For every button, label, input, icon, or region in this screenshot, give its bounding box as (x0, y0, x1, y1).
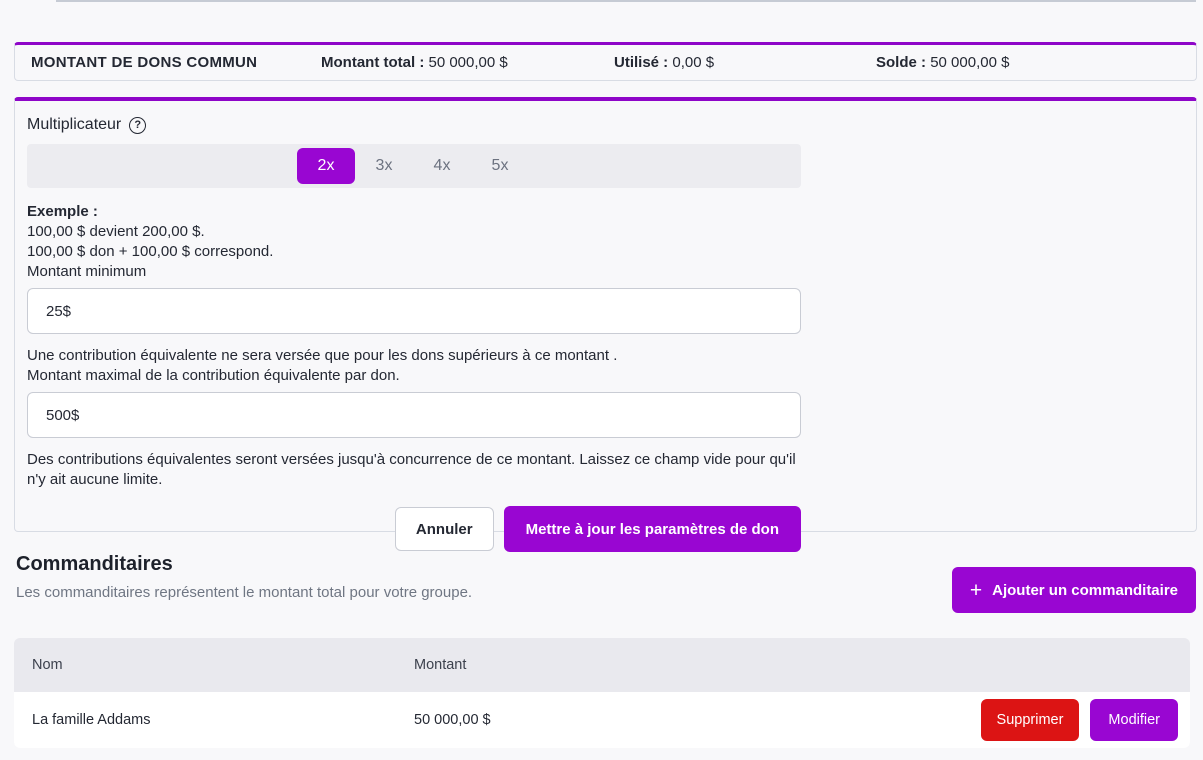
donation-settings-panel: Multiplicateur ? 2x 3x 4x 5x Exemple : 1… (14, 97, 1197, 532)
multiplier-tab-4x[interactable]: 4x (413, 148, 471, 184)
multiplier-segmented-control: 2x 3x 4x 5x (27, 144, 801, 188)
update-donation-settings-button[interactable]: Mettre à jour les paramètres de don (504, 506, 801, 552)
table-row: La famille Addams 50 000,00 $ Supprimer … (14, 692, 1190, 748)
sponsor-name: La famille Addams (32, 712, 414, 728)
multiplier-tab-5x[interactable]: 5x (471, 148, 529, 184)
min-amount-help: Une contribution équivalente ne sera ver… (27, 346, 1184, 366)
stat-solde: Solde : 50 000,00 $ (876, 54, 1180, 71)
add-sponsor-button[interactable]: + Ajouter un commanditaire (952, 567, 1196, 613)
stat-label: Montant total : (321, 54, 424, 71)
sponsors-heading-block: Commanditaires Les commanditaires représ… (16, 553, 472, 601)
example-line-2: 100,00 $ don + 100,00 $ correspond. (27, 242, 1184, 262)
stat-value: 50 000,00 $ (930, 54, 1009, 71)
example-heading: Exemple : (27, 202, 1184, 222)
table-header-row: Nom Montant (14, 638, 1190, 692)
max-amount-help: Des contributions équivalentes seront ve… (27, 450, 809, 490)
edit-sponsor-button[interactable]: Modifier (1090, 699, 1178, 741)
example-line-1: 100,00 $ devient 200,00 $. (27, 222, 1184, 242)
add-sponsor-label: Ajouter un commanditaire (992, 582, 1178, 599)
min-amount-label: Montant minimum (27, 262, 1184, 282)
stat-montant-total: Montant total : 50 000,00 $ (321, 54, 614, 71)
summary-title: MONTANT DE DONS COMMUN (31, 54, 321, 71)
donation-summary-card: MONTANT DE DONS COMMUN Montant total : 5… (14, 42, 1197, 81)
stat-label: Utilisé : (614, 54, 668, 71)
multiplier-label: Multiplicateur (27, 116, 121, 134)
stat-value: 50 000,00 $ (428, 54, 507, 71)
max-amount-label: Montant maximal de la contribution équiv… (27, 366, 1184, 386)
sponsors-table: Nom Montant La famille Addams 50 000,00 … (14, 638, 1190, 748)
sponsors-title: Commanditaires (16, 553, 472, 576)
cancel-button[interactable]: Annuler (395, 507, 494, 551)
top-divider (56, 0, 1196, 2)
min-amount-input[interactable] (27, 288, 801, 334)
column-header-montant: Montant (414, 657, 1172, 673)
max-amount-input[interactable] (27, 392, 801, 438)
delete-sponsor-button[interactable]: Supprimer (981, 699, 1080, 741)
multiplier-tab-3x[interactable]: 3x (355, 148, 413, 184)
stat-value: 0,00 $ (672, 54, 714, 71)
sponsor-amount: 50 000,00 $ (414, 712, 981, 728)
stat-utilise: Utilisé : 0,00 $ (614, 54, 876, 71)
multiplier-tab-2x[interactable]: 2x (297, 148, 355, 184)
sponsors-subtitle: Les commanditaires représentent le monta… (16, 584, 472, 601)
stat-label: Solde : (876, 54, 926, 71)
plus-icon: + (970, 580, 982, 601)
help-icon[interactable]: ? (129, 117, 146, 134)
column-header-nom: Nom (32, 657, 414, 673)
